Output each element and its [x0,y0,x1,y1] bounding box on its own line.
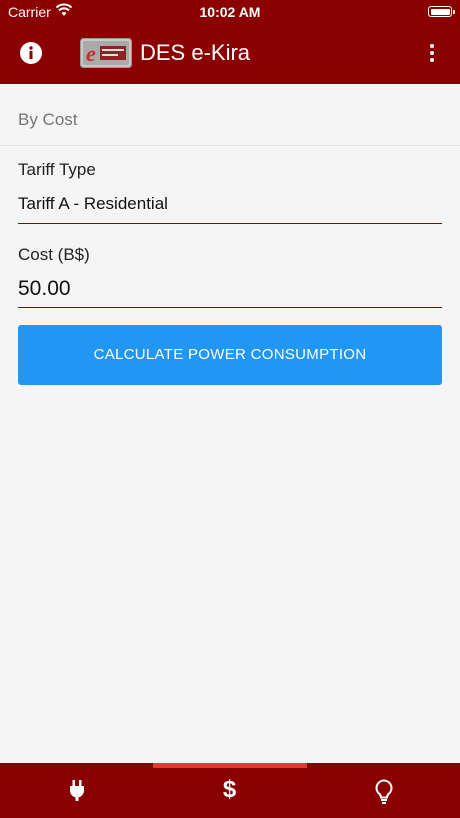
app-bar: e DES e-Kira [0,24,460,84]
section-title: By Cost [18,110,78,129]
tariff-type-label: Tariff Type [18,160,96,179]
lightbulb-icon [375,779,392,804]
plug-icon [69,780,84,801]
bottom-nav: $ [0,763,460,818]
info-icon[interactable] [20,42,42,64]
section-header: By Cost [0,84,460,146]
app-logo-icon: e [80,38,132,68]
tab-power[interactable] [0,763,153,818]
app-title: DES e-Kira [140,40,251,65]
clock: 10:02 AM [199,4,261,20]
battery-icon [428,6,455,17]
svg-text:e: e [86,41,96,66]
cost-field[interactable]: Cost (B$) 50.00 [18,245,442,308]
tariff-type-select[interactable]: Tariff A - Residential [18,180,442,224]
dollar-icon: $ [222,776,237,803]
tab-tips[interactable] [307,763,460,818]
calculate-button[interactable]: CALCULATE POWER CONSUMPTION [18,325,442,385]
tab-cost[interactable]: $ [153,763,306,818]
cost-label: Cost (B$) [18,245,90,264]
status-bar: Carrier 10:02 AM [0,0,460,24]
overflow-menu-icon[interactable] [426,42,438,66]
cost-input[interactable]: 50.00 [18,265,442,308]
tariff-type-field[interactable]: Tariff Type Tariff A - Residential [18,160,442,224]
